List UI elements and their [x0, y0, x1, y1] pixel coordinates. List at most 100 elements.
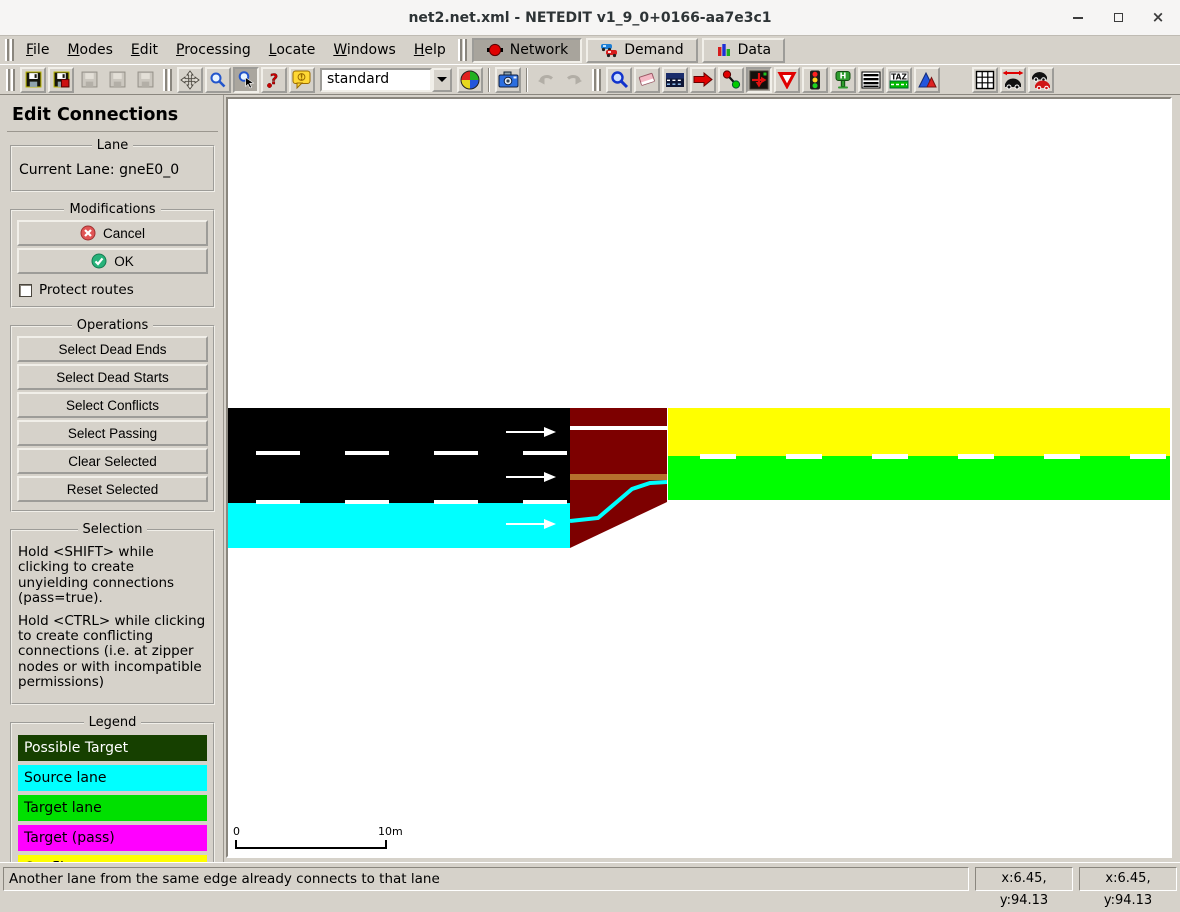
show-overlapped-vehicles-button[interactable]: [1028, 67, 1054, 93]
zebra-crossing-icon: [861, 71, 881, 89]
junction-connection-brown[interactable]: [570, 474, 667, 480]
two-cars-icon: [1030, 70, 1052, 90]
menubar-grip[interactable]: [5, 39, 14, 61]
zoom-pointer-toggle-button[interactable]: [233, 67, 259, 93]
menu-modes[interactable]: Modes: [58, 39, 121, 61]
cancel-button-label: Cancel: [103, 226, 145, 241]
save-data-elements-button-disabled[interactable]: [104, 67, 130, 93]
mode-shape-button[interactable]: [914, 67, 940, 93]
panel-title-divider: [7, 131, 218, 132]
save-tls-button-disabled[interactable]: [132, 67, 158, 93]
legend-target-pass: Target (pass): [18, 825, 207, 851]
reset-selected-button[interactable]: Reset Selected: [17, 476, 208, 502]
redo-button-disabled[interactable]: [561, 67, 587, 93]
mode-inspect-button[interactable]: [606, 67, 632, 93]
connection-arrows-icon: [749, 70, 769, 90]
edge-endpoints-icon: [722, 70, 741, 89]
legend-conflict: Conflict: [18, 855, 207, 862]
mode-move-button[interactable]: [690, 67, 716, 93]
menu-processing[interactable]: Processing: [167, 39, 260, 61]
toggle-grid-button[interactable]: [972, 67, 998, 93]
status-bar: Another lane from the same edge already …: [0, 862, 1180, 894]
tab-demand[interactable]: Demand: [586, 38, 697, 63]
menu-help[interactable]: Help: [405, 39, 455, 61]
menu-bar: File Modes Edit Processing Locate Window…: [0, 36, 1180, 64]
selection-group: Selection Hold <SHIFT> while clicking to…: [10, 522, 215, 705]
save-red-icon: [53, 71, 70, 88]
spread-vehicles-button[interactable]: [1000, 67, 1026, 93]
help-button[interactable]: ?: [261, 67, 287, 93]
tab-demand-label: Demand: [624, 42, 683, 58]
save-network-button[interactable]: [20, 67, 46, 93]
menu-edit[interactable]: Edit: [122, 39, 167, 61]
tab-data[interactable]: Data: [702, 38, 785, 63]
save-disabled-icon: [137, 71, 154, 88]
undo-button-disabled[interactable]: [533, 67, 559, 93]
legend-source-lane: Source lane: [18, 765, 207, 791]
protect-routes-checkbox[interactable]: [19, 284, 32, 297]
menu-locate[interactable]: Locate: [260, 39, 325, 61]
mode-delete-button[interactable]: [634, 67, 660, 93]
cancel-icon: [80, 225, 96, 241]
traffic-light-icon: [809, 70, 821, 90]
supermode-grip[interactable]: [458, 39, 467, 61]
window-controls: ×: [1070, 0, 1166, 35]
mode-crossing-button[interactable]: [858, 67, 884, 93]
modifications-group-legend: Modifications: [64, 202, 160, 217]
mode-traffic-light-button[interactable]: [802, 67, 828, 93]
conflict-lane[interactable]: [668, 408, 1170, 456]
save-additional-elements-button[interactable]: [48, 67, 74, 93]
window-title: net2.net.xml - NETEDIT v1_9_0+0166-aa7e3…: [408, 10, 771, 26]
ok-button[interactable]: OK: [17, 248, 208, 274]
view-scheme-combobox[interactable]: standard: [320, 68, 452, 92]
select-dead-starts-button[interactable]: Select Dead Starts: [17, 364, 208, 390]
snapshot-button[interactable]: [495, 67, 521, 93]
toolbar-grip-3[interactable]: [592, 69, 601, 91]
network-view-canvas[interactable]: 0 10m: [226, 97, 1172, 858]
select-passing-button[interactable]: Select Passing: [17, 420, 208, 446]
junction-area[interactable]: [570, 408, 667, 548]
legend-group: Legend Possible Target Source lane Targe…: [10, 715, 215, 862]
eraser-icon: [637, 71, 657, 88]
toolbar-grip-2[interactable]: [163, 69, 172, 91]
minimize-button[interactable]: [1070, 10, 1086, 26]
select-dead-ends-button[interactable]: Select Dead Ends: [17, 336, 208, 362]
tab-network[interactable]: Network: [472, 38, 582, 63]
target-lane[interactable]: [668, 456, 1170, 500]
mode-taz-button[interactable]: TAZ: [886, 67, 912, 93]
save-demand-elements-button-disabled[interactable]: [76, 67, 102, 93]
lane-arrow-icon: [506, 426, 558, 438]
cancel-button[interactable]: Cancel: [17, 220, 208, 246]
mode-connection-button-active[interactable]: [746, 67, 772, 93]
yield-triangle-icon: [777, 71, 797, 89]
recenter-view-button[interactable]: [177, 67, 203, 93]
view-scheme-value[interactable]: standard: [320, 68, 432, 92]
incoming-edge-road[interactable]: [228, 408, 570, 503]
close-button[interactable]: ×: [1150, 10, 1166, 26]
zoom-button[interactable]: [205, 67, 231, 93]
save-disabled-icon: [81, 71, 98, 88]
mode-select-button[interactable]: [662, 67, 688, 93]
clear-selected-button[interactable]: Clear Selected: [17, 448, 208, 474]
protect-routes-row: Protect routes: [19, 282, 206, 298]
mode-create-edge-button[interactable]: [718, 67, 744, 93]
messages-button[interactable]: !: [289, 67, 315, 93]
maximize-button[interactable]: [1110, 10, 1126, 26]
warning-bubble-icon: !: [292, 70, 312, 89]
svg-text:H: H: [840, 72, 847, 81]
edit-view-scheme-button[interactable]: [457, 67, 483, 93]
mode-prohibition-button[interactable]: [774, 67, 800, 93]
modifications-group: Modifications Cancel OK Protect routes: [10, 202, 215, 308]
toolbar-separator-1: [488, 68, 490, 92]
title-bar: net2.net.xml - NETEDIT v1_9_0+0166-aa7e3…: [0, 0, 1180, 36]
lane-marking-dashes-row1: [256, 451, 568, 455]
lane-marking-dashes-right: [700, 454, 1166, 459]
combo-dropdown-arrow-icon[interactable]: [432, 68, 452, 92]
lane-group: Lane Current Lane: gneE0_0: [10, 138, 215, 192]
select-conflicts-button[interactable]: Select Conflicts: [17, 392, 208, 418]
mode-additional-button[interactable]: H: [830, 67, 856, 93]
toolbar-grip-1[interactable]: [6, 69, 15, 91]
menu-file[interactable]: File: [17, 39, 58, 61]
lane-marking-dashes-row2: [256, 500, 568, 504]
menu-windows[interactable]: Windows: [324, 39, 405, 61]
